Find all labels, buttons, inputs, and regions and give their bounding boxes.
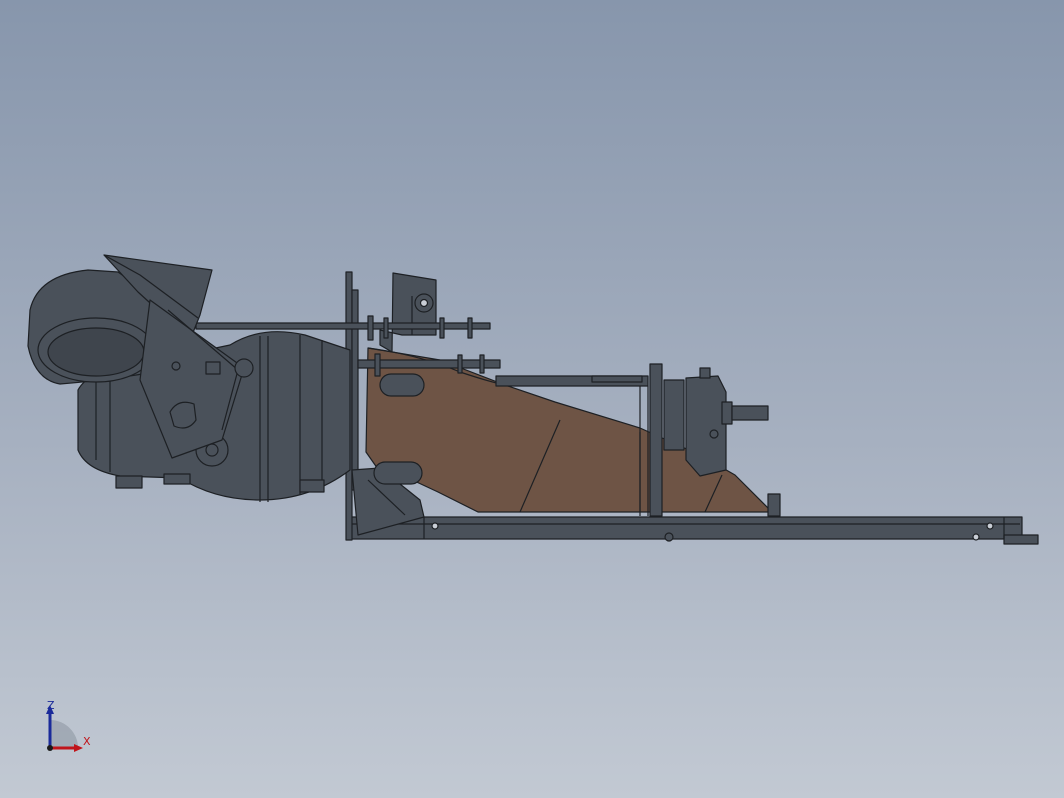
triad-origin <box>47 745 53 751</box>
small-post <box>767 493 781 517</box>
duct-port-upper <box>379 373 425 397</box>
base-frame-rail <box>347 516 1039 545</box>
cad-graphics-viewport[interactable]: Z X <box>0 0 1064 798</box>
gearbox <box>685 367 769 477</box>
jet-engine-assembly-model[interactable] <box>0 0 1064 798</box>
top-bracket <box>379 272 437 353</box>
axis-triad[interactable]: Z X <box>40 698 100 758</box>
duct-port-lower <box>373 461 423 485</box>
triad-plane <box>50 720 78 748</box>
x-axis-arrowhead <box>74 744 83 752</box>
z-axis-label: Z <box>47 699 55 712</box>
x-axis-label: X <box>83 735 91 748</box>
